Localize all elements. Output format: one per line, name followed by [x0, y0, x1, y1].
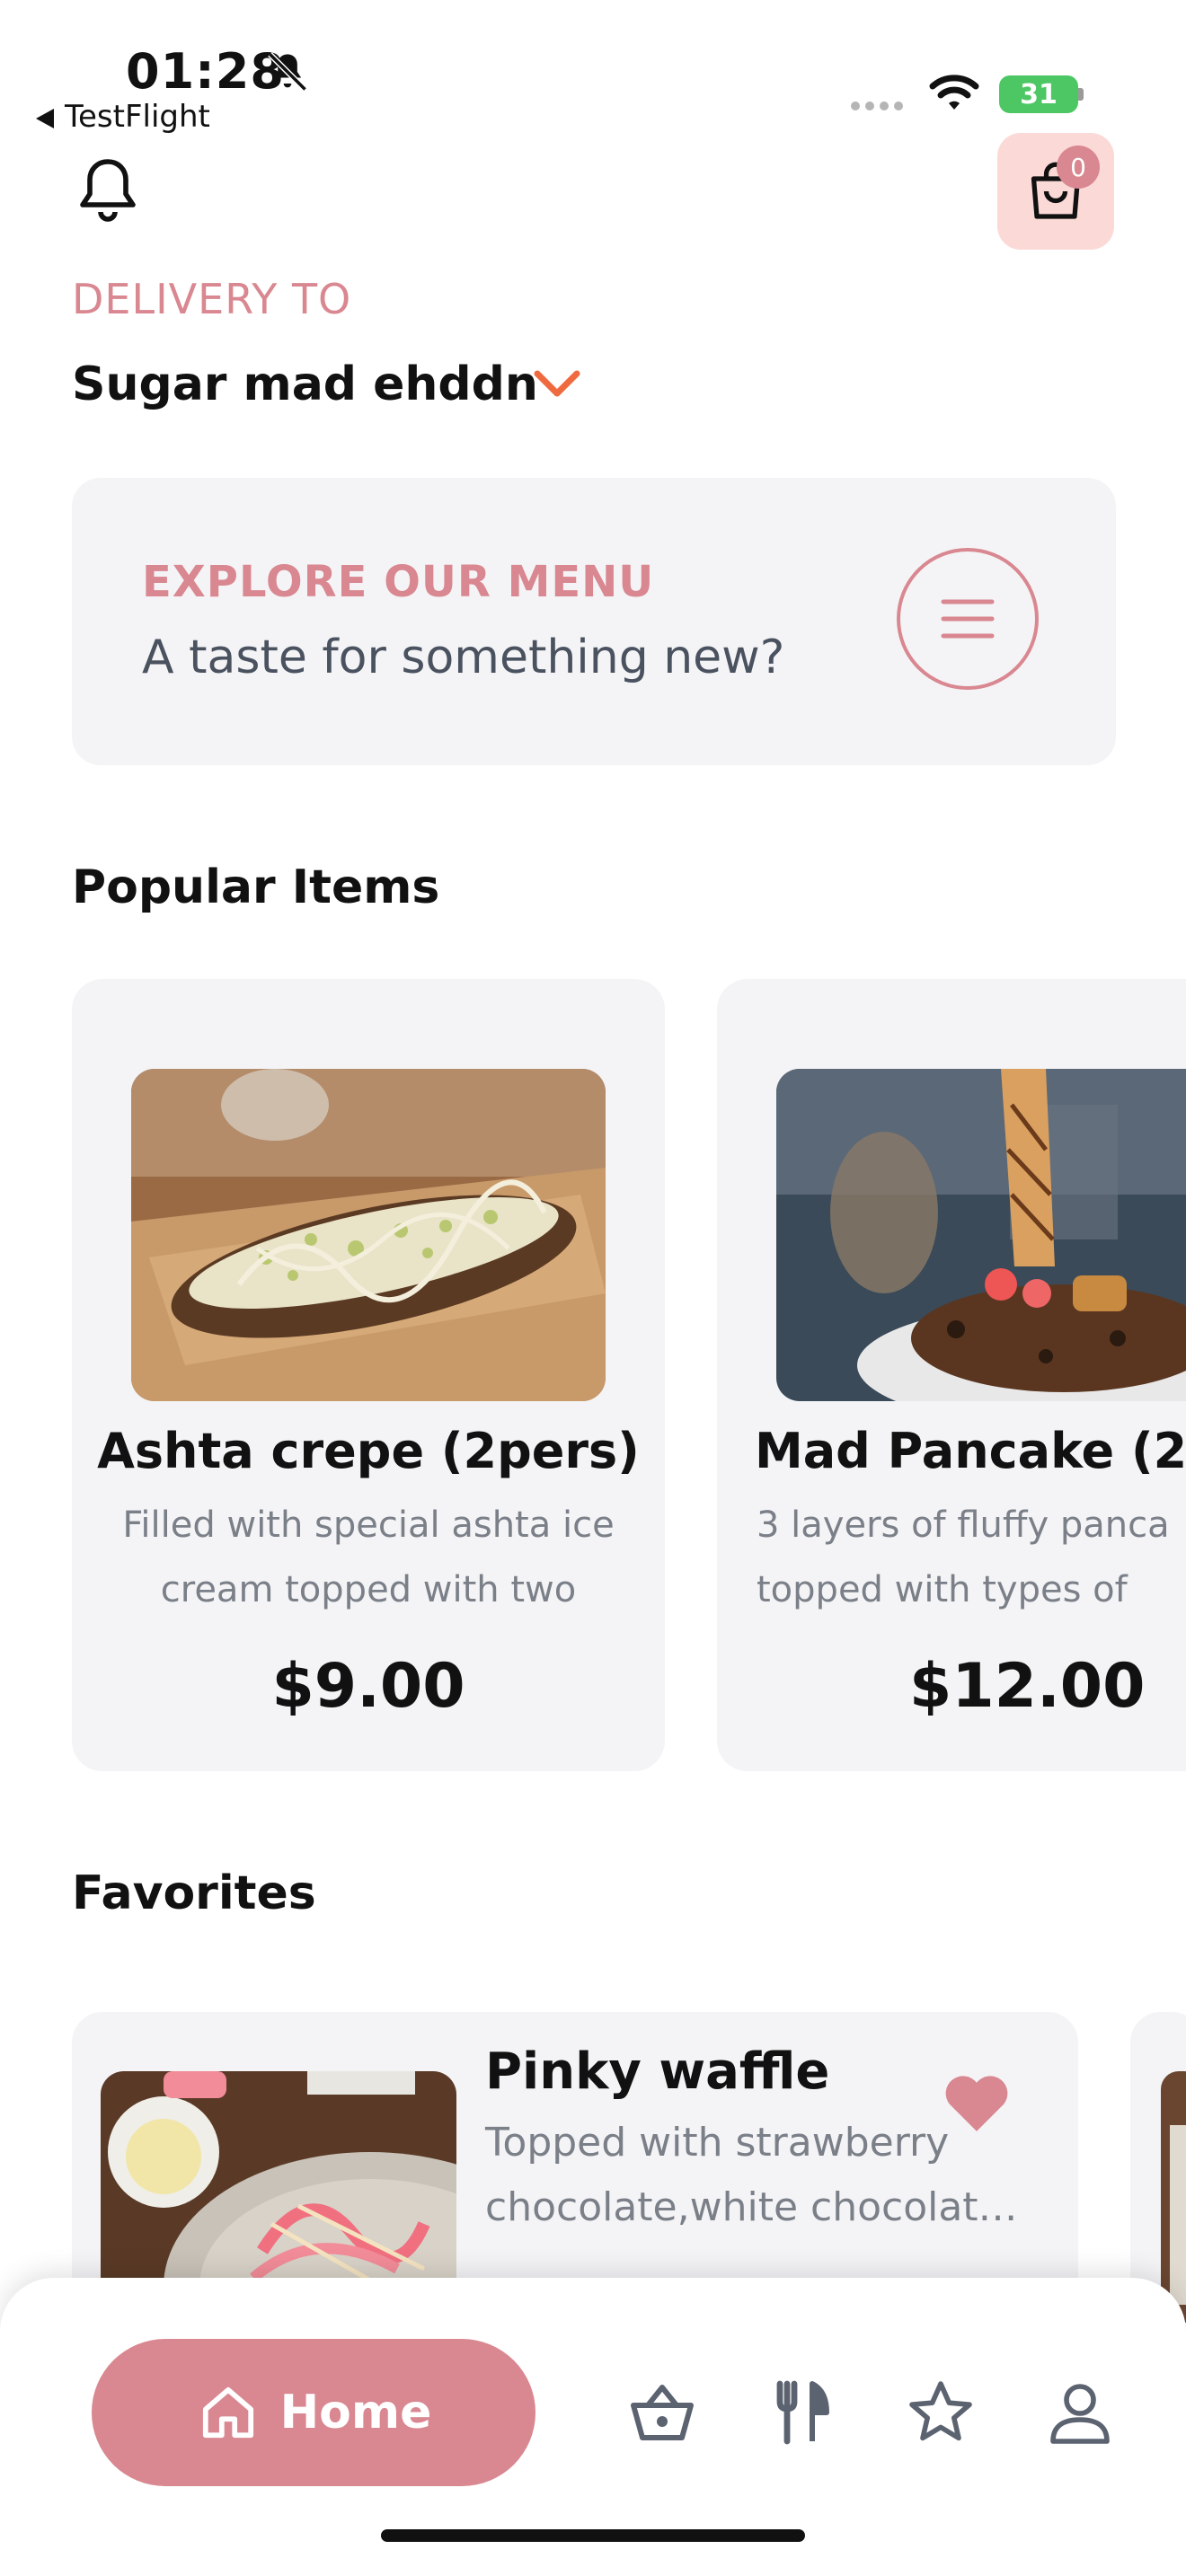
basket-icon[interactable] — [626, 2377, 698, 2448]
cart-count-badge: 0 — [1057, 146, 1100, 189]
back-arrow-icon — [36, 108, 54, 128]
nav-home-button[interactable]: Home — [92, 2339, 535, 2486]
home-indicator — [381, 2529, 805, 2542]
product-price: $9.00 — [271, 1651, 465, 1722]
cutlery-icon[interactable] — [766, 2377, 837, 2448]
chevron-down-icon[interactable] — [530, 365, 584, 404]
wifi-icon — [929, 75, 979, 110]
back-to-app-link[interactable]: TestFlight — [36, 99, 210, 135]
popular-item-card[interactable]: Mad Pancake (2pe 3 layers of fluffy panc… — [717, 979, 1186, 1771]
bottom-navigation: Home — [0, 2278, 1186, 2576]
battery-level: 31 — [1020, 78, 1058, 110]
user-icon[interactable] — [1044, 2377, 1116, 2448]
product-description: Filled with special ashta ice cream topp… — [122, 1504, 615, 1610]
product-image — [776, 1069, 1186, 1401]
explore-subtitle: A taste for something new? — [142, 631, 785, 684]
product-image — [1161, 2071, 1186, 2323]
product-name: Mad Pancake (2pe — [755, 1423, 1186, 1479]
cart-button[interactable]: 0 — [997, 133, 1114, 250]
nav-home-label: Home — [279, 2386, 432, 2439]
cellular-signal-icon — [851, 101, 903, 110]
popular-item-card[interactable]: Ashta crepe (2pers) Filled with special … — [72, 979, 665, 1771]
delivery-address[interactable]: Sugar mad ehddn — [72, 357, 538, 411]
product-price: $12.00 — [909, 1651, 1146, 1722]
menu-button[interactable] — [897, 548, 1039, 690]
product-name: Ashta crepe (2pers) — [97, 1423, 640, 1479]
delivery-label: DELIVERY TO — [72, 275, 352, 323]
hamburger-menu-icon — [941, 599, 995, 639]
explore-menu-card[interactable]: EXPLORE OUR MENU A taste for something n… — [72, 478, 1116, 765]
product-description: 3 layers of fluffy panca topped with typ… — [757, 1504, 1170, 1610]
star-icon[interactable] — [905, 2377, 977, 2448]
product-image — [131, 1069, 606, 1401]
favorites-heading: Favorites — [72, 1866, 316, 1920]
notification-bell-icon[interactable] — [72, 154, 144, 226]
status-time: 01:28 — [126, 43, 285, 100]
battery-indicator: 31 — [999, 75, 1078, 113]
battery-tip — [1078, 88, 1084, 101]
home-icon — [202, 2386, 253, 2439]
popular-items-heading: Popular Items — [72, 860, 440, 914]
heart-icon[interactable] — [942, 2071, 1012, 2134]
back-app-label: TestFlight — [65, 99, 210, 135]
favorite-name: Pinky waffle — [485, 2042, 830, 2101]
bell-muted-icon — [268, 52, 307, 92]
explore-title: EXPLORE OUR MENU — [142, 557, 655, 607]
